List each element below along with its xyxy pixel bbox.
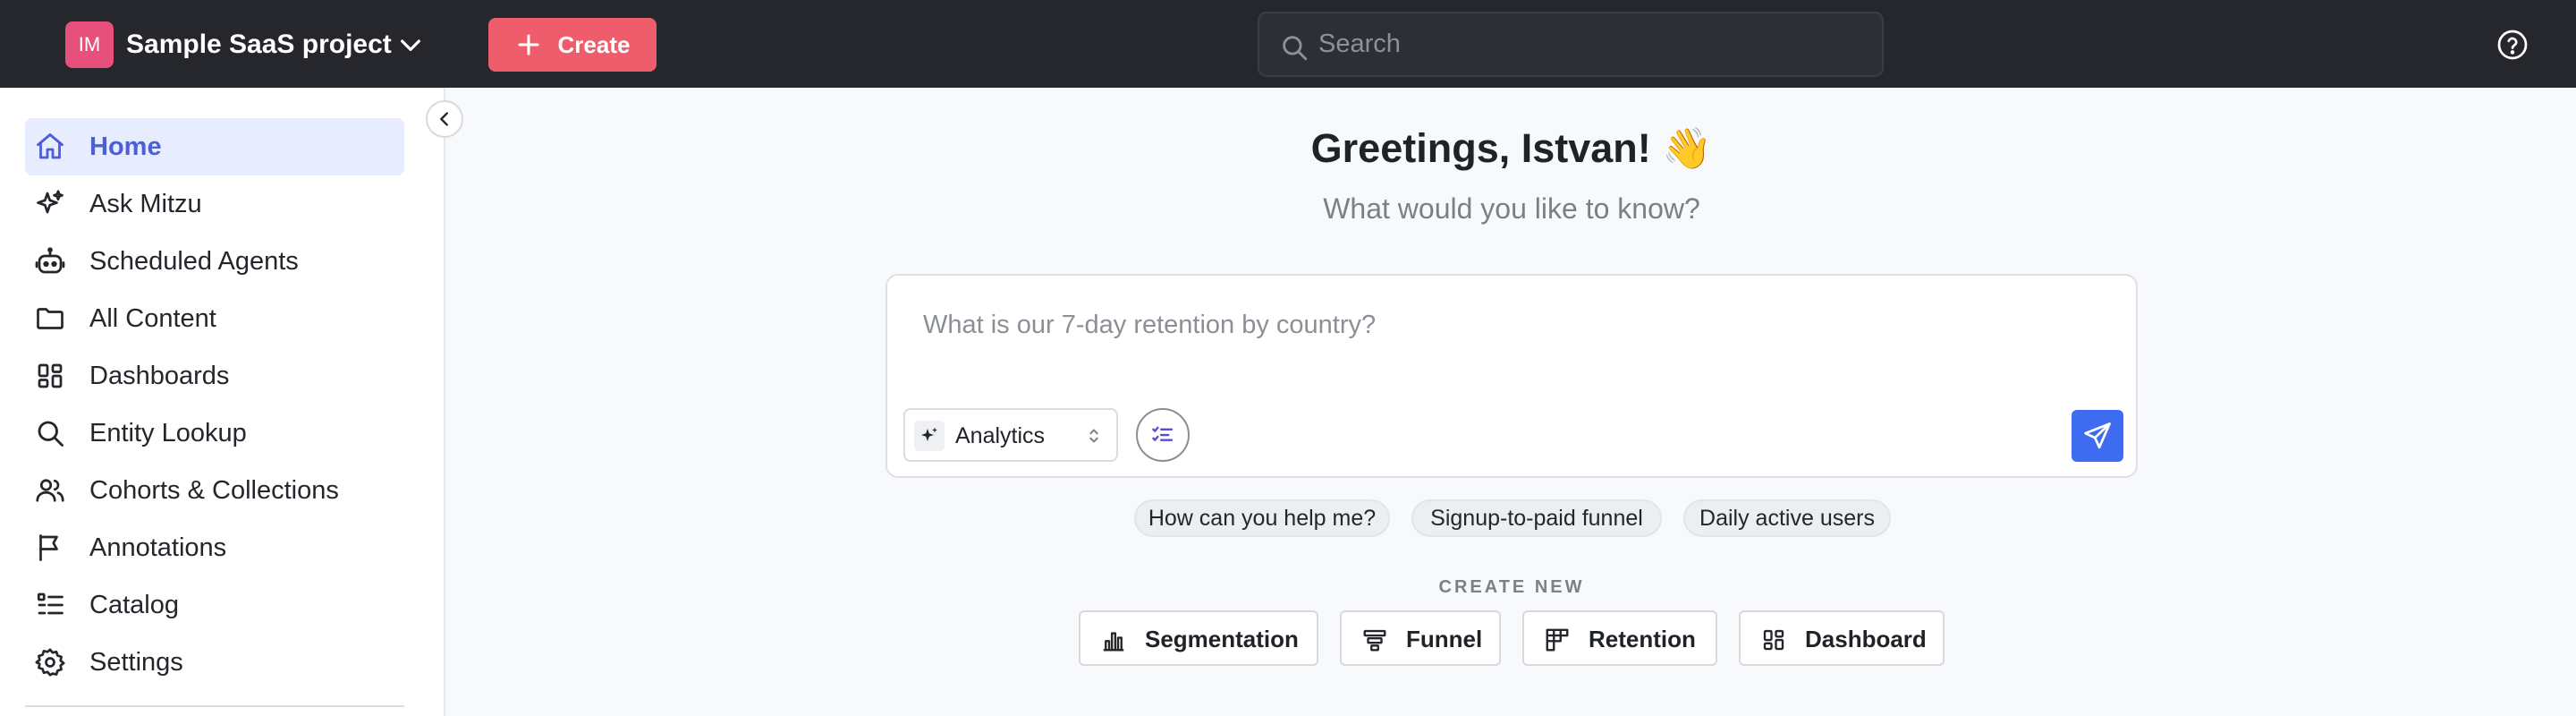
create-button-label: Dashboard — [1805, 626, 1927, 652]
top-bar: IM Sample SaaS project Create — [0, 0, 2576, 88]
create-segmentation-button[interactable]: Segmentation — [1079, 610, 1318, 666]
sidebar-item-label: Settings — [89, 648, 183, 677]
create-button[interactable]: Create — [488, 18, 657, 72]
funnel-icon — [1363, 629, 1386, 652]
mode-select-value: Analytics — [955, 423, 1046, 448]
collapse-sidebar-button[interactable] — [426, 100, 463, 138]
bar-chart-icon — [1103, 632, 1124, 652]
sidebar-item-catalog[interactable]: Catalog — [25, 576, 404, 634]
sidebar: Home Ask Mitzu Scheduled Agents All Cont… — [0, 88, 445, 716]
suggestion-chip[interactable]: How can you help me? — [1134, 499, 1390, 537]
sidebar-item-label: Annotations — [89, 533, 227, 562]
chevron-down-icon[interactable] — [396, 30, 425, 59]
checklist-icon — [1152, 426, 1174, 441]
robot-icon — [35, 247, 65, 274]
list-icon — [37, 592, 64, 615]
plus-icon — [518, 34, 539, 55]
search-input[interactable] — [1311, 13, 1866, 75]
sidebar-item-ask-mitzu[interactable]: Ask Mitzu — [25, 175, 404, 233]
folder-icon — [37, 308, 64, 329]
create-button-label: Create — [557, 30, 631, 58]
sidebar-item-label: Dashboards — [89, 362, 230, 390]
create-button-label: Retention — [1589, 626, 1696, 652]
sidebar-item-cohorts-collections[interactable]: Cohorts & Collections — [25, 462, 404, 519]
sidebar-item-all-content[interactable]: All Content — [25, 290, 404, 347]
mode-select[interactable]: Analytics — [903, 408, 1118, 462]
users-icon — [36, 479, 64, 502]
sparkles-icon — [37, 190, 64, 214]
create-button-label: Segmentation — [1145, 626, 1299, 652]
suggestion-chip[interactable]: Signup-to-paid funnel — [1411, 499, 1662, 537]
sidebar-item-label: Ask Mitzu — [89, 190, 202, 218]
create-retention-button[interactable]: Retention — [1522, 610, 1717, 666]
dashboard-grid-icon — [38, 363, 63, 388]
sparkles-icon — [921, 427, 937, 441]
sidebar-item-settings[interactable]: Settings — [25, 634, 404, 691]
project-name[interactable]: Sample SaaS project — [126, 27, 392, 63]
mode-select-icon-wrap — [914, 421, 945, 451]
help-icon[interactable] — [2496, 29, 2529, 61]
sidebar-item-label: Cohorts & Collections — [89, 476, 339, 505]
create-button-label: Funnel — [1406, 626, 1483, 652]
project-avatar[interactable]: IM — [65, 21, 114, 68]
sidebar-item-label: Scheduled Agents — [89, 247, 299, 276]
chevron-up-down-icon — [1089, 429, 1098, 443]
ask-card: Analytics — [886, 274, 2138, 478]
chevron-left-icon — [440, 112, 448, 126]
sidebar-item-scheduled-agents[interactable]: Scheduled Agents — [25, 233, 404, 290]
sidebar-item-entity-lookup[interactable]: Entity Lookup — [25, 405, 404, 462]
create-funnel-button[interactable]: Funnel — [1340, 610, 1501, 666]
page-title: Greetings, Istvan! 👋 — [1310, 125, 1713, 171]
sidebar-item-label: All Content — [89, 304, 216, 333]
search-icon — [38, 421, 64, 447]
checklist-button[interactable] — [1136, 408, 1190, 462]
search-icon — [1283, 36, 1308, 61]
home-icon — [37, 133, 64, 159]
create-new-heading: CREATE NEW — [1438, 577, 1585, 597]
create-dashboard-button[interactable]: Dashboard — [1739, 610, 1945, 666]
sidebar-item-dashboards[interactable]: Dashboards — [25, 347, 404, 405]
flag-icon — [39, 534, 58, 561]
gear-icon — [35, 648, 65, 677]
sidebar-item-label: Entity Lookup — [89, 419, 247, 448]
sidebar-item-label: Home — [89, 132, 162, 161]
sidebar-item-annotations[interactable]: Annotations — [25, 519, 404, 576]
page-subtitle: What would you like to know? — [1323, 192, 1700, 225]
retention-grid-icon — [1546, 628, 1569, 652]
send-button[interactable] — [2072, 410, 2123, 462]
global-search[interactable] — [1258, 12, 1884, 77]
sidebar-divider — [25, 705, 404, 707]
ask-input[interactable] — [923, 303, 2086, 347]
sidebar-item-label: Catalog — [89, 591, 179, 619]
sidebar-item-home[interactable]: Home — [25, 118, 404, 175]
suggestion-chip[interactable]: Daily active users — [1683, 499, 1891, 537]
dashboard-grid-icon — [1763, 629, 1784, 651]
send-icon — [2084, 422, 2111, 449]
